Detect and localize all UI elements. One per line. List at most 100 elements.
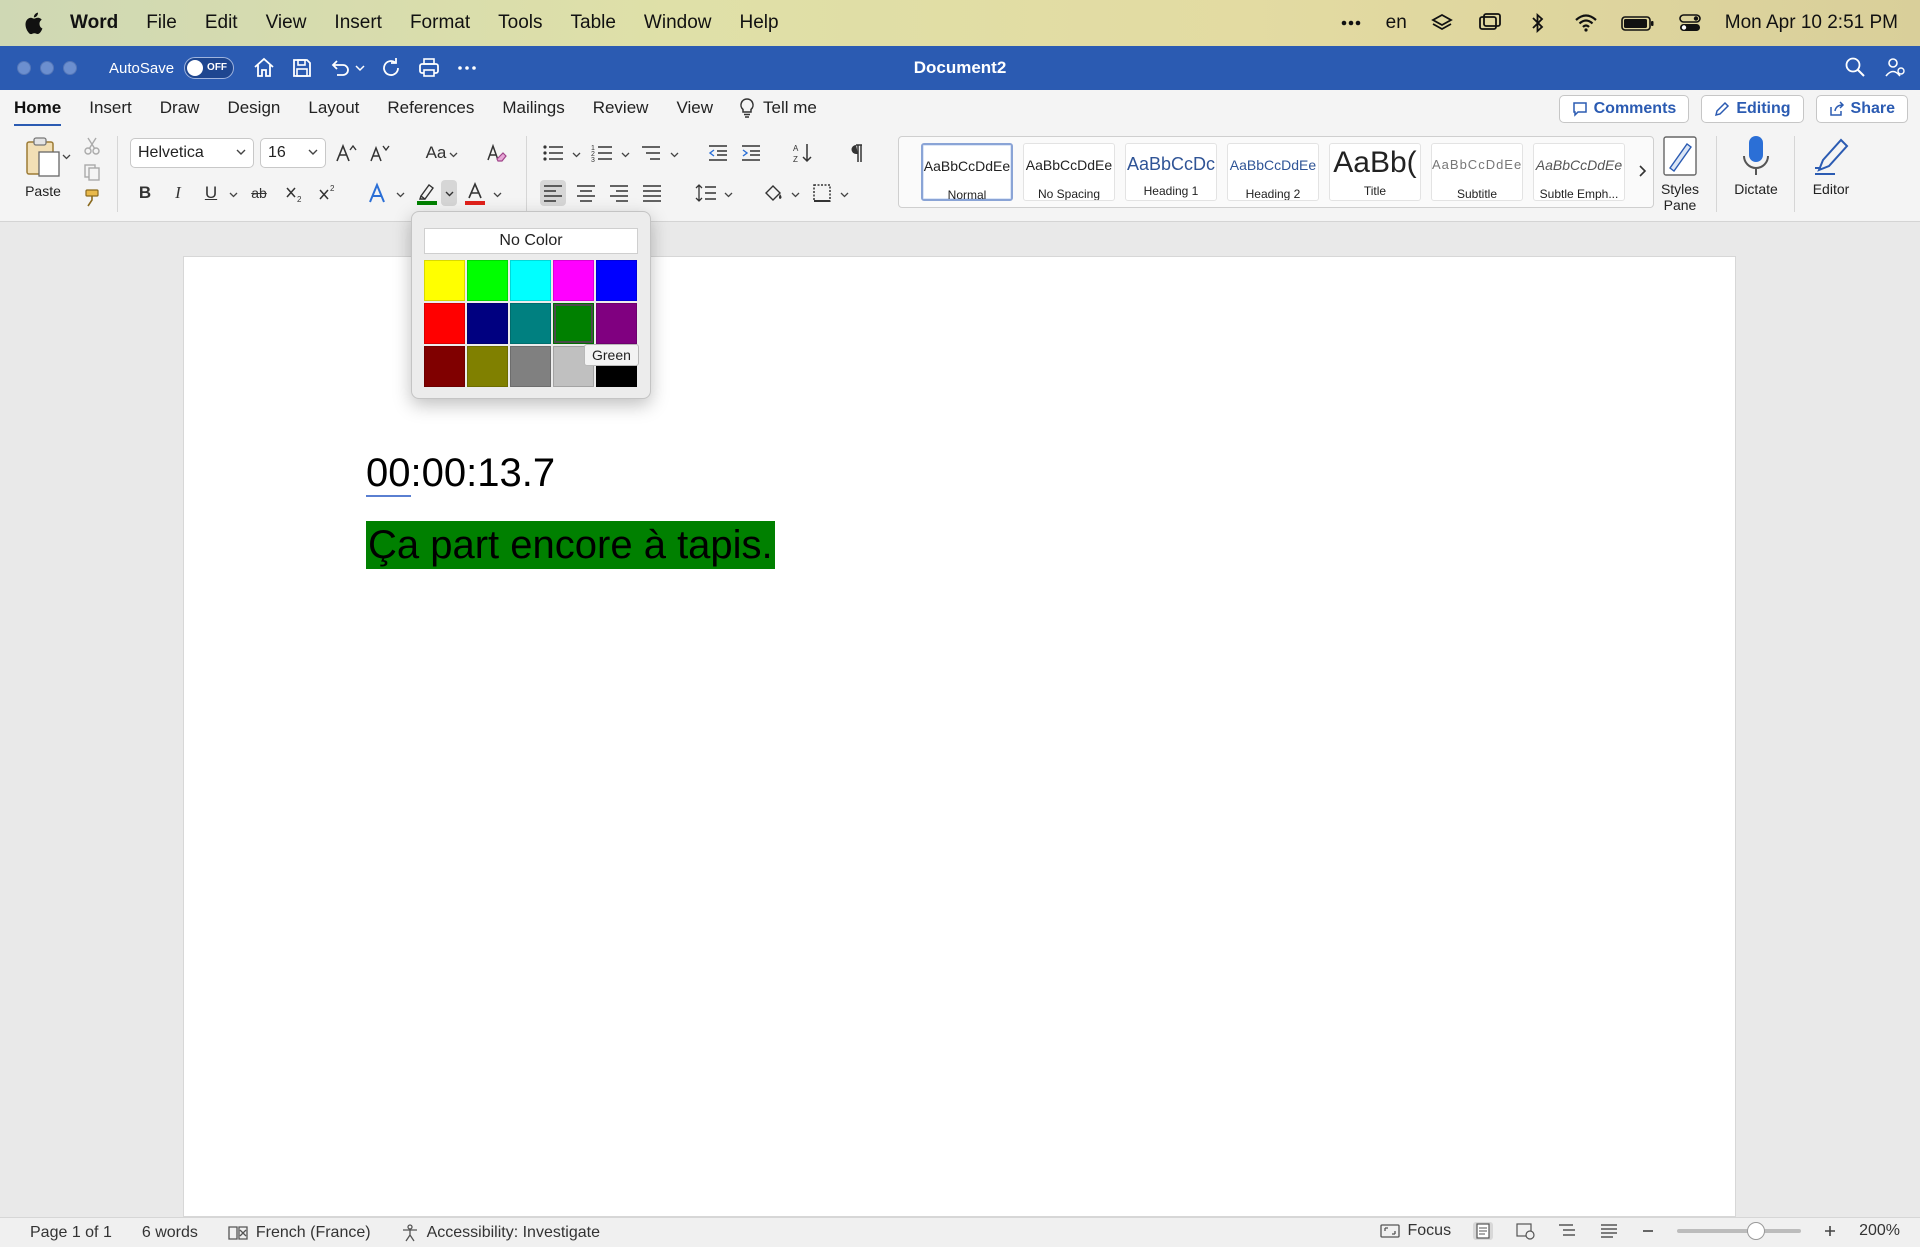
zoom-window-button[interactable] xyxy=(63,61,77,75)
bullets-chevron-icon[interactable] xyxy=(572,150,581,159)
paste-dropdown-chevron-icon[interactable] xyxy=(62,152,71,161)
line-spacing-chevron-icon[interactable] xyxy=(724,190,733,199)
outline-view-icon[interactable] xyxy=(1557,1222,1577,1240)
align-right-button[interactable] xyxy=(606,180,632,206)
focus-mode-button[interactable]: Focus xyxy=(1379,1222,1451,1240)
tab-design[interactable]: Design xyxy=(227,94,280,122)
text-effects-button[interactable] xyxy=(365,180,391,206)
highlight-swatch[interactable] xyxy=(596,260,637,301)
borders-chevron-icon[interactable] xyxy=(840,190,849,199)
style-subtitle[interactable]: AaBbCcDdEe Subtitle xyxy=(1431,143,1523,201)
highlight-swatch[interactable] xyxy=(553,303,594,344)
web-layout-view-icon[interactable] xyxy=(1515,1222,1535,1240)
menu-app-name[interactable]: Word xyxy=(70,12,118,34)
style-normal[interactable]: AaBbCcDdEe Normal xyxy=(921,143,1013,201)
minimize-window-button[interactable] xyxy=(40,61,54,75)
gallery-next-chevron-icon[interactable] xyxy=(1638,164,1648,178)
sort-button[interactable]: AZ xyxy=(790,140,816,166)
editor-button[interactable]: Editor xyxy=(1804,134,1858,197)
menu-window[interactable]: Window xyxy=(644,12,712,34)
battery-icon[interactable] xyxy=(1620,12,1655,34)
document-canvas[interactable]: 00:00:13.7 Ça part encore à tapis. xyxy=(0,222,1920,1217)
tab-review[interactable]: Review xyxy=(593,94,649,122)
strikethrough-button[interactable]: ab xyxy=(246,180,272,206)
borders-button[interactable] xyxy=(809,180,835,206)
word-count[interactable]: 6 words xyxy=(142,1224,198,1242)
undo-icon[interactable] xyxy=(328,56,352,80)
zoom-level[interactable]: 200% xyxy=(1859,1222,1900,1240)
tab-mailings[interactable]: Mailings xyxy=(502,94,564,122)
highlight-color-button[interactable] xyxy=(414,180,440,206)
tab-draw[interactable]: Draw xyxy=(160,94,200,122)
more-dots-icon[interactable] xyxy=(1338,12,1364,34)
font-color-chevron-icon[interactable] xyxy=(493,190,502,199)
highlight-swatch[interactable] xyxy=(424,346,465,387)
superscript-button[interactable]: 2 xyxy=(314,180,340,206)
decrease-font-size-button[interactable] xyxy=(366,140,392,166)
highlight-swatch[interactable] xyxy=(510,303,551,344)
underline-chevron-icon[interactable] xyxy=(229,190,238,199)
document-page[interactable]: 00:00:13.7 Ça part encore à tapis. xyxy=(183,256,1736,1217)
editing-button[interactable]: Editing xyxy=(1701,95,1804,123)
bold-button[interactable]: B xyxy=(132,180,158,206)
page-count[interactable]: Page 1 of 1 xyxy=(30,1224,112,1242)
print-layout-view-icon[interactable] xyxy=(1473,1222,1494,1240)
change-case-chevron-icon[interactable] xyxy=(449,150,458,159)
timecode-line[interactable]: 00:00:13.7 xyxy=(366,451,555,497)
highlight-swatch[interactable] xyxy=(424,303,465,344)
menu-help[interactable]: Help xyxy=(740,12,779,34)
dictate-button[interactable]: Dictate xyxy=(1726,134,1786,197)
clear-formatting-button[interactable] xyxy=(483,140,509,166)
highlight-color-dropdown[interactable] xyxy=(441,180,457,206)
menu-file[interactable]: File xyxy=(146,12,177,34)
menu-view[interactable]: View xyxy=(266,12,307,34)
zoom-in-icon[interactable] xyxy=(1823,1224,1837,1238)
zoom-out-icon[interactable] xyxy=(1641,1224,1655,1238)
screen-mirroring-icon[interactable] xyxy=(1477,12,1503,34)
layers-icon[interactable] xyxy=(1429,12,1455,34)
draft-view-icon[interactable] xyxy=(1599,1222,1619,1240)
align-left-button[interactable] xyxy=(540,180,566,206)
accessibility-checker[interactable]: Accessibility: Investigate xyxy=(401,1224,600,1242)
style-title[interactable]: AaBb( Title xyxy=(1329,143,1421,201)
more-options-icon[interactable] xyxy=(455,56,479,80)
justify-button[interactable] xyxy=(639,180,665,206)
control-center-icon[interactable] xyxy=(1677,12,1703,34)
numbering-button[interactable]: 123 xyxy=(589,140,615,166)
align-center-button[interactable] xyxy=(573,180,599,206)
tab-home[interactable]: Home xyxy=(14,94,62,127)
highlight-swatch[interactable] xyxy=(467,260,508,301)
style-subtle-emphasis[interactable]: AaBbCcDdEe Subtle Emph... xyxy=(1533,143,1625,201)
tab-references[interactable]: References xyxy=(387,94,474,122)
highlight-swatch[interactable] xyxy=(467,346,508,387)
increase-indent-button[interactable] xyxy=(738,140,764,166)
undo-dropdown-chevron-icon[interactable] xyxy=(355,63,365,73)
menu-insert[interactable]: Insert xyxy=(334,12,382,34)
highlight-swatch[interactable] xyxy=(467,303,508,344)
font-size-dropdown[interactable]: 16 xyxy=(260,138,326,168)
highlight-swatch[interactable] xyxy=(424,260,465,301)
show-formatting-marks-button[interactable] xyxy=(843,140,869,166)
save-icon[interactable] xyxy=(290,56,314,80)
style-heading-2[interactable]: AaBbCcDdEe Heading 2 xyxy=(1227,143,1319,201)
bluetooth-icon[interactable] xyxy=(1525,12,1551,34)
comments-button[interactable]: Comments xyxy=(1558,95,1690,123)
close-window-button[interactable] xyxy=(17,61,31,75)
multilevel-chevron-icon[interactable] xyxy=(670,150,679,159)
decrease-indent-button[interactable] xyxy=(705,140,731,166)
menu-format[interactable]: Format xyxy=(410,12,470,34)
text-effects-chevron-icon[interactable] xyxy=(396,190,405,199)
tell-me-search[interactable]: Tell me xyxy=(739,98,817,118)
proofing-status[interactable]: French (France) xyxy=(228,1224,371,1242)
share-button[interactable]: Share xyxy=(1815,95,1908,123)
format-painter-icon[interactable] xyxy=(82,188,102,208)
subscript-button[interactable]: 2 xyxy=(281,180,307,206)
highlighted-text-line[interactable]: Ça part encore à tapis. xyxy=(366,521,775,569)
paste-button[interactable]: Paste xyxy=(16,136,70,199)
styles-pane-button[interactable]: Styles Pane xyxy=(1656,134,1704,213)
redo-icon[interactable] xyxy=(379,56,403,80)
font-name-dropdown[interactable]: Helvetica xyxy=(130,138,254,168)
shading-button[interactable] xyxy=(760,180,786,206)
shading-chevron-icon[interactable] xyxy=(791,190,800,199)
numbering-chevron-icon[interactable] xyxy=(621,150,630,159)
